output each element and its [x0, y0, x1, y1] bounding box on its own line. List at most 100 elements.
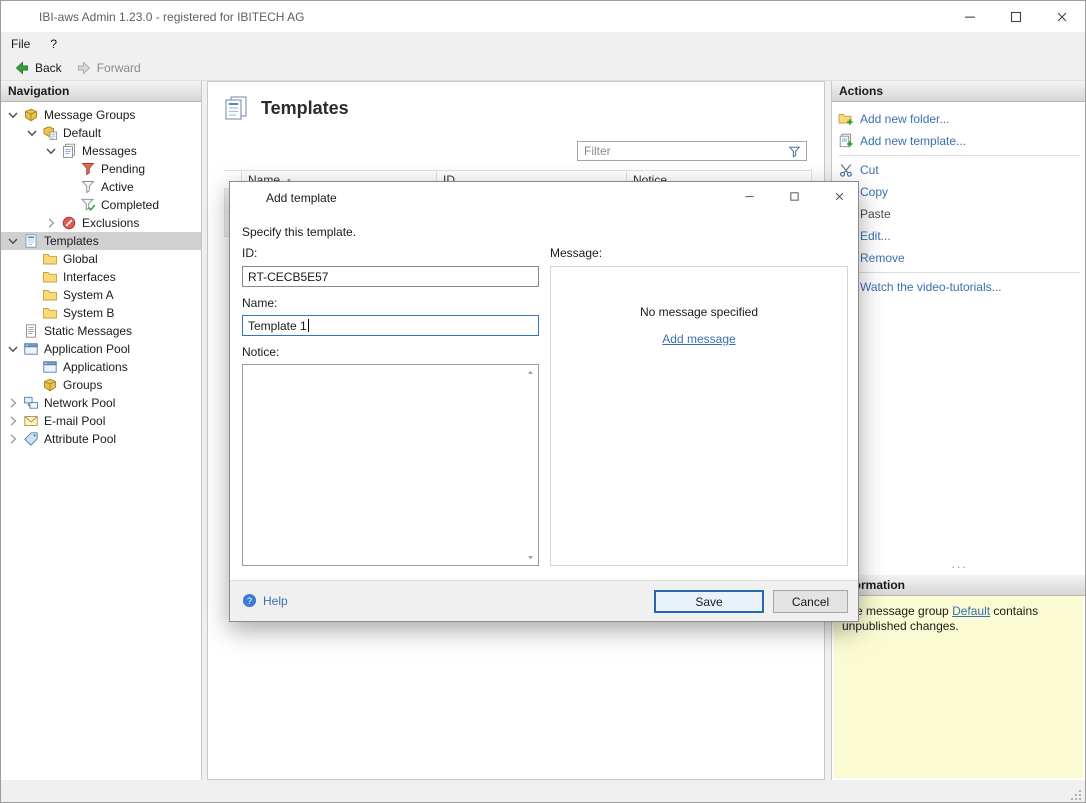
actions-header: Actions	[832, 81, 1086, 102]
filter-input[interactable]	[578, 144, 787, 158]
close-button[interactable]	[1039, 1, 1085, 32]
name-value: Template 1	[248, 319, 307, 333]
tree-item-label: Exclusions	[82, 216, 139, 230]
dialog-maximize-button[interactable]	[768, 182, 813, 213]
help-button[interactable]: ? Help	[242, 593, 288, 608]
tree-item-groups[interactable]: Groups	[1, 376, 201, 394]
dialog-minimize-button[interactable]	[723, 182, 768, 213]
tree-item-e-mail-pool[interactable]: E-mail Pool	[1, 412, 201, 430]
dialog-title: Add template	[266, 191, 337, 205]
funnel-red-icon	[80, 161, 96, 177]
scroll-up-icon[interactable]	[524, 367, 537, 378]
id-field[interactable]: RT-CECB5E57	[242, 266, 539, 287]
twisty-spacer	[24, 377, 40, 393]
action-label: Paste	[860, 207, 891, 221]
tree-item-label: Pending	[101, 162, 145, 176]
twisty-spacer	[24, 359, 40, 375]
action-cut[interactable]: Cut	[832, 159, 1086, 181]
action-label: Add new folder...	[860, 112, 949, 126]
menu-item-help[interactable]: ?	[40, 32, 67, 56]
actions-list: Add new folder... Add new template... Cut C…	[832, 102, 1086, 298]
tree-item-system-a[interactable]: System A	[1, 286, 201, 304]
folder-icon	[42, 305, 58, 321]
minimize-button[interactable]	[947, 1, 993, 32]
resize-grip-icon[interactable]	[1070, 789, 1082, 801]
window-controls	[947, 1, 1085, 32]
app-icon	[13, 9, 29, 25]
tree-item-static-messages[interactable]: Static Messages	[1, 322, 201, 340]
close-icon	[833, 190, 849, 206]
chevron-open-icon[interactable]	[5, 341, 21, 357]
maximize-icon	[788, 190, 804, 206]
action-remove[interactable]: Remove	[832, 247, 1086, 269]
exclusions-icon	[61, 215, 77, 231]
notice-field[interactable]	[242, 364, 539, 566]
content-title: Templates	[222, 94, 349, 122]
tree-item-applications[interactable]: Applications	[1, 358, 201, 376]
action-label: Cut	[860, 163, 879, 177]
tree-item-network-pool[interactable]: Network Pool	[1, 394, 201, 412]
tree-item-completed[interactable]: Completed	[1, 196, 201, 214]
tree-item-label: Application Pool	[44, 342, 130, 356]
action-copy[interactable]: Copy	[832, 181, 1086, 203]
forward-icon	[76, 60, 92, 76]
tree-item-message-groups[interactable]: Message Groups	[1, 106, 201, 124]
name-field[interactable]: Template 1	[242, 315, 539, 336]
chevron-open-icon[interactable]	[5, 107, 21, 123]
minimize-icon	[962, 9, 978, 25]
app-window: IBI-aws Admin 1.23.0 - registered for IB…	[0, 0, 1086, 803]
chevron-open-icon[interactable]	[5, 233, 21, 249]
action-label: Watch the video-tutorials...	[860, 280, 1002, 294]
menubar: File ?	[1, 32, 1085, 56]
add-template-dialog-icon	[241, 190, 257, 206]
maximize-button[interactable]	[993, 1, 1039, 32]
tree-item-label: Active	[101, 180, 134, 194]
chevron-closed-icon[interactable]	[5, 431, 21, 447]
tree-item-application-pool[interactable]: Application Pool	[1, 340, 201, 358]
tree-item-system-b[interactable]: System B	[1, 304, 201, 322]
no-message-text: No message specified	[551, 305, 847, 319]
titlebar: IBI-aws Admin 1.23.0 - registered for IB…	[1, 1, 1085, 32]
action-watch-the-video-tutorials[interactable]: Watch the video-tutorials...	[832, 276, 1086, 298]
tree-item-global[interactable]: Global	[1, 250, 201, 268]
back-button[interactable]: Back	[7, 58, 69, 78]
add-message-link[interactable]: Add message	[662, 332, 735, 346]
tree-item-interfaces[interactable]: Interfaces	[1, 268, 201, 286]
message-box: No message specified Add message	[550, 266, 848, 566]
dialog-footer: ? Help Save Cancel	[230, 580, 858, 621]
tree-item-label: Groups	[63, 378, 102, 392]
action-add-new-folder[interactable]: Add new folder...	[832, 108, 1086, 130]
filter-funnel-icon	[787, 144, 802, 159]
action-edit[interactable]: Edit...	[832, 225, 1086, 247]
tree-item-attribute-pool[interactable]: Attribute Pool	[1, 430, 201, 448]
chevron-closed-icon[interactable]	[5, 413, 21, 429]
forward-button[interactable]: Forward	[69, 58, 148, 78]
navigation-tree: Message Groups DefaultMessages Pending Acti…	[1, 102, 201, 448]
action-paste[interactable]: Paste	[832, 203, 1086, 225]
scroll-down-icon[interactable]	[524, 552, 537, 563]
save-button[interactable]: Save	[654, 590, 764, 613]
toolbar: Back Forward	[1, 56, 1085, 81]
email-pool-icon	[23, 413, 39, 429]
chevron-open-icon[interactable]	[43, 143, 59, 159]
tree-item-label: Attribute Pool	[44, 432, 116, 446]
chevron-closed-icon[interactable]	[43, 215, 59, 231]
action-add-new-template[interactable]: Add new template...	[832, 130, 1086, 152]
chevron-closed-icon[interactable]	[5, 395, 21, 411]
tree-item-messages[interactable]: Messages	[1, 142, 201, 160]
menu-item-file[interactable]: File	[1, 32, 40, 56]
chevron-open-icon[interactable]	[24, 125, 40, 141]
tree-item-pending[interactable]: Pending	[1, 160, 201, 178]
tree-item-label: Message Groups	[44, 108, 135, 122]
navigation-panel: Navigation Message GroupsDefaultMessages…	[1, 81, 202, 780]
id-label: ID:	[242, 246, 257, 260]
message-label: Message:	[550, 246, 602, 260]
tree-item-templates[interactable]: Templates	[1, 232, 201, 250]
name-label: Name:	[242, 296, 277, 310]
cancel-button[interactable]: Cancel	[773, 590, 848, 613]
tree-item-default[interactable]: Default	[1, 124, 201, 142]
tree-item-exclusions[interactable]: Exclusions	[1, 214, 201, 232]
tree-item-active[interactable]: Active	[1, 178, 201, 196]
dialog-close-button[interactable]	[813, 182, 858, 213]
default-group-link[interactable]: Default	[952, 604, 990, 618]
